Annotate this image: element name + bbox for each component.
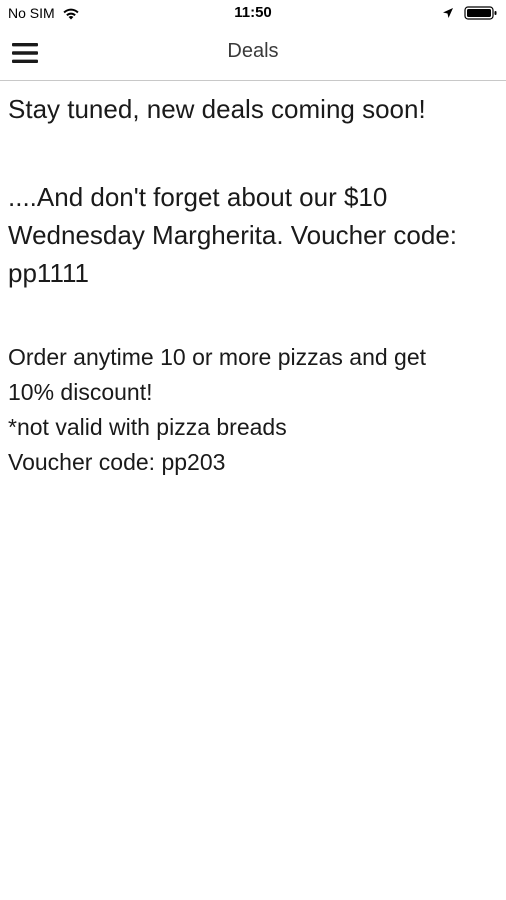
bulk-order-deal: Order anytime 10 or more pizzas and get … xyxy=(8,340,498,480)
navigation-bar: Deals xyxy=(0,30,506,81)
bulk-deal-note: *not valid with pizza breads xyxy=(8,414,287,440)
margherita-deal-line: Wednesday Margherita. Voucher code: xyxy=(8,220,458,250)
bulk-deal-line: 10% discount! xyxy=(8,379,153,405)
deals-headline: Stay tuned, new deals coming soon! xyxy=(8,94,426,124)
location-arrow-icon xyxy=(443,8,453,18)
status-bar: No SIM 11:50 xyxy=(0,0,506,30)
status-time: 11:50 xyxy=(234,4,272,21)
bulk-deal-line: Order anytime 10 or more pizzas and get xyxy=(8,344,427,370)
deals-content: Stay tuned, new deals coming soon! ....A… xyxy=(8,88,498,480)
page-title: Deals xyxy=(227,40,279,62)
bulk-voucher-code: Voucher code: pp203 xyxy=(8,449,226,475)
margherita-voucher-code: pp1111 xyxy=(8,258,89,288)
margherita-deal: ....And don't forget about our $10 Wedne… xyxy=(8,178,498,292)
status-right-group xyxy=(442,5,498,21)
margherita-deal-line: ....And don't forget about our $10 xyxy=(8,182,388,212)
battery-icon xyxy=(464,6,497,20)
